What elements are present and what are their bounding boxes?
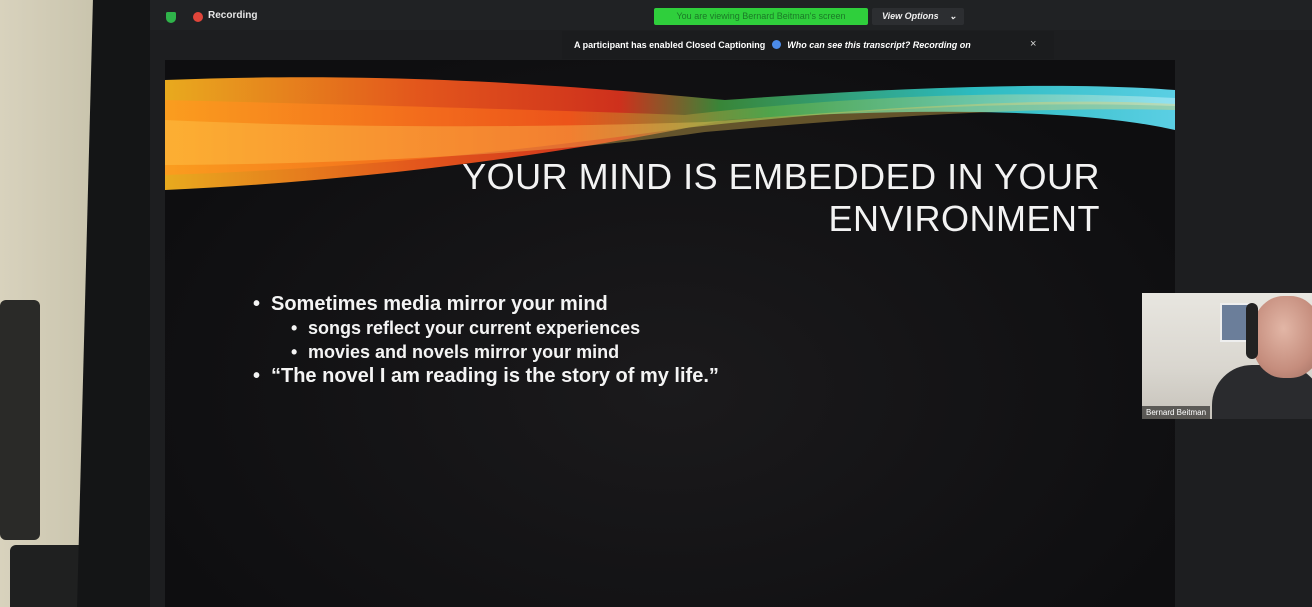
slide-bullet-list: Sometimes media mirror your mind songs r… [253,292,719,388]
participant-name-label: Bernard Beitman [1142,406,1211,419]
sub-bullet-item: movies and novels mirror your mind [253,340,719,364]
slide-title: YOUR MIND IS EMBEDDED IN YOUR ENVIRONMEN… [355,156,1100,240]
photo-scene: Recording You are viewing Bernard Beitma… [0,0,1312,607]
viewing-screen-banner: You are viewing Bernard Beitman's screen [654,8,868,25]
recording-icon [193,12,203,22]
sub-bullet-item: songs reflect your current experiences [253,316,719,340]
bullet-item: “The novel I am reading is the story of … [253,364,719,388]
close-icon[interactable]: × [1030,38,1036,50]
slide-title-line-1: YOUR MIND IS EMBEDDED IN YOUR [462,156,1100,197]
slide-title-line-2: ENVIRONMENT [828,198,1100,239]
shield-icon[interactable] [166,12,176,23]
view-options-label: View Options [882,11,939,21]
participant-video-tile[interactable]: Bernard Beitman [1142,293,1312,419]
participant-icon [771,40,781,49]
view-options-button[interactable]: View Options ⌄ [872,8,964,25]
transcript-link[interactable]: Who can see this transcript? Recording o… [787,40,971,50]
participant-head [1252,296,1312,378]
recording-label: Recording [208,10,258,21]
closed-caption-notice: A participant has enabled Closed Caption… [562,31,1054,59]
caption-notice-text: A participant has enabled Closed Caption… [574,40,766,50]
shared-slide: YOUR MIND IS EMBEDDED IN YOUR ENVIRONMEN… [165,60,1175,607]
headset-icon [1246,303,1258,359]
chair [0,300,40,540]
chevron-down-icon: ⌄ [949,11,957,21]
bullet-item: Sometimes media mirror your mind [253,292,719,316]
